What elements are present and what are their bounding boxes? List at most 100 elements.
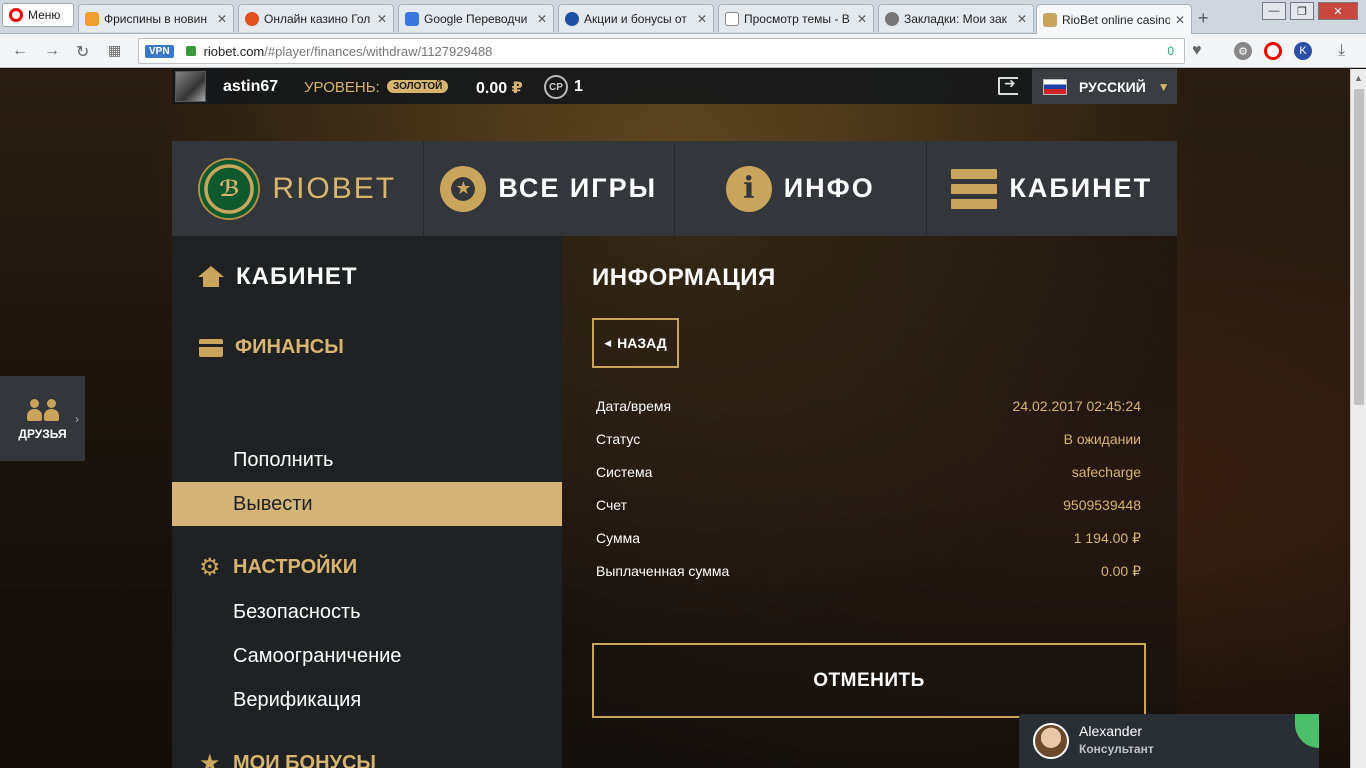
home-icon [198,266,224,288]
sidebar-item-self-limit[interactable]: Самоограничение [172,634,562,678]
url-host: riobet.com [203,43,265,59]
user-bar: astin67 УРОВЕНЬ: ЗОЛОТОЙ 0.00 ₽ CP 1 РУС… [172,69,1177,104]
info-key: Сумма [596,530,640,546]
tab-favicon-icon [245,11,259,26]
tab-favicon-icon [405,11,419,26]
consultant-avatar [1033,723,1069,759]
address-bar-row: ← → ↻ ▦ VPN riobet.com /#player/finances… [0,34,1366,68]
hamburger-menu-icon [951,168,998,209]
url-path: /#player/finances/withdraw/1127929488 [264,43,493,59]
browser-tab[interactable]: Онлайн казино Гол ✕ [238,4,394,32]
nav-all-games-label: ВСЕ ИГРЫ [498,173,658,203]
language-selector[interactable]: РУССКИЙ ▼ [1032,69,1177,104]
extension-icon[interactable]: ⚙ [1234,42,1252,60]
speed-dial-icon[interactable]: ▦ [108,42,121,59]
info-row-datetime: Дата/время 24.02.2017 02:45:24 [596,398,1141,418]
new-tab-icon[interactable]: + [1198,8,1209,29]
tab-favicon-icon [885,11,899,26]
sidebar-item-deposit[interactable]: Пополнить [172,438,562,482]
back-arrow-icon[interactable]: ← [12,42,28,60]
info-value: 1 194.00 ₽ [1073,530,1141,546]
downloads-icon[interactable]: ⤓ [1338,42,1345,60]
tab-favicon-icon [565,11,579,26]
page-title: ИНФОРМАЦИЯ [592,264,776,291]
browser-tab-active[interactable]: RioBet online casino ✕ [1036,4,1192,34]
sidebar-item-verification[interactable]: Верификация [172,678,562,722]
comp-points-icon: CP [544,75,568,99]
friends-widget[interactable]: ДРУЗЬЯ › [0,376,85,461]
sidebar-item-label: Пополнить [233,448,334,471]
maximize-icon[interactable]: ❐ [1290,2,1314,20]
minimize-icon[interactable]: — [1262,2,1286,20]
cancel-withdrawal-button[interactable]: ОТМЕНИТЬ [592,643,1146,718]
sidebar-item-label: Вывести [233,492,313,515]
browser-tab[interactable]: Google Переводчи ✕ [398,4,554,32]
forward-arrow-icon[interactable]: → [44,42,60,60]
sidebar-title-label: КАБИНЕТ [236,263,358,290]
sidebar-item-label: Верификация [233,688,362,711]
info-value: В ожидании [1063,431,1141,447]
bookmark-heart-icon[interactable]: ♥ [1192,42,1202,60]
tab-close-icon[interactable]: ✕ [217,12,227,26]
tab-close-icon[interactable]: ✕ [1175,13,1185,27]
sidebar-item-security[interactable]: Безопасность [172,590,562,634]
url-field[interactable]: VPN riobet.com /#player/finances/withdra… [138,38,1185,64]
window-controls: — ❐ ✕ [1262,2,1358,20]
lock-icon[interactable] [185,46,196,56]
consultant-role: Консультант [1079,742,1154,756]
support-chat-widget[interactable]: Alexander Консультант [1019,714,1319,768]
chevron-down-icon: ▼ [1157,79,1170,94]
sidebar-item-withdraw[interactable]: Вывести [172,482,562,526]
consultant-name: Alexander [1079,723,1143,739]
reload-icon[interactable]: ↻ [76,42,89,62]
info-key: Счет [596,497,627,513]
browser-tab[interactable]: Просмотр темы - В ✕ [718,4,874,32]
logout-icon[interactable] [998,75,1018,95]
tab-close-icon[interactable]: ✕ [1017,12,1027,26]
opera-extension-icon[interactable] [1264,42,1282,60]
tab-title: Google Переводчи [424,11,528,26]
tab-title: RioBet online casino [1062,12,1170,27]
nav-cabinet[interactable]: КАБИНЕТ [927,141,1178,236]
avatar[interactable] [175,71,206,102]
balance-currency: ₽ [511,80,523,97]
sidebar-item-label: Безопасность [233,600,361,623]
browser-tab[interactable]: Акции и бонусы от ✕ [558,4,714,32]
friends-label: ДРУЗЬЯ [18,426,67,441]
tab-favicon-icon [1043,12,1057,27]
ad-block-count[interactable]: 0 [1167,44,1174,58]
page-scrollbar[interactable]: ▲ [1350,69,1366,768]
tab-close-icon[interactable]: ✕ [377,12,387,26]
friends-icon [26,397,59,421]
scrollbar-thumb[interactable] [1354,89,1364,405]
k-extension-icon[interactable]: K [1294,42,1312,60]
tab-title: Фриспины в новин [104,11,208,26]
tab-title: Закладки: Мои зак [904,11,1007,26]
back-button[interactable]: ◀ НАЗАД [592,318,679,368]
tab-close-icon[interactable]: ✕ [857,12,867,26]
page-viewport: astin67 УРОВЕНЬ: ЗОЛОТОЙ 0.00 ₽ CP 1 РУС… [0,69,1350,768]
scroll-up-icon[interactable]: ▲ [1354,73,1363,83]
browser-tab[interactable]: Фриспины в новин ✕ [78,4,234,32]
tab-close-icon[interactable]: ✕ [537,12,547,26]
info-row-status: Статус В ожидании [596,431,1141,451]
nav-all-games[interactable]: ВСЕ ИГРЫ [424,141,675,236]
nav-logo[interactable]: ℬ RIOBET [172,141,424,236]
tab-title: Онлайн казино Гол [264,11,371,26]
info-key: Выплаченная сумма [596,563,730,579]
browser-tab[interactable]: Закладки: Мои зак ✕ [878,4,1034,32]
info-row-paid-amount: Выплаченная сумма 0.00 ₽ [596,563,1141,583]
balance: 0.00 ₽ [476,78,523,98]
close-window-icon[interactable]: ✕ [1318,2,1358,20]
browser-menu-label: Меню [28,8,61,22]
section-label: МОИ БОНУСЫ [233,752,376,768]
sidebar-item-label: Самоограничение [233,644,402,667]
info-key: Дата/время [596,398,672,414]
nav-info[interactable]: i ИНФО [675,141,927,236]
vpn-badge[interactable]: VPN [145,44,174,58]
comp-points-value: 1 [574,78,583,95]
tab-close-icon[interactable]: ✕ [697,12,707,26]
browser-menu-button[interactable]: Меню [2,3,74,27]
info-key: Статус [596,431,641,447]
username[interactable]: astin67 [223,78,278,96]
